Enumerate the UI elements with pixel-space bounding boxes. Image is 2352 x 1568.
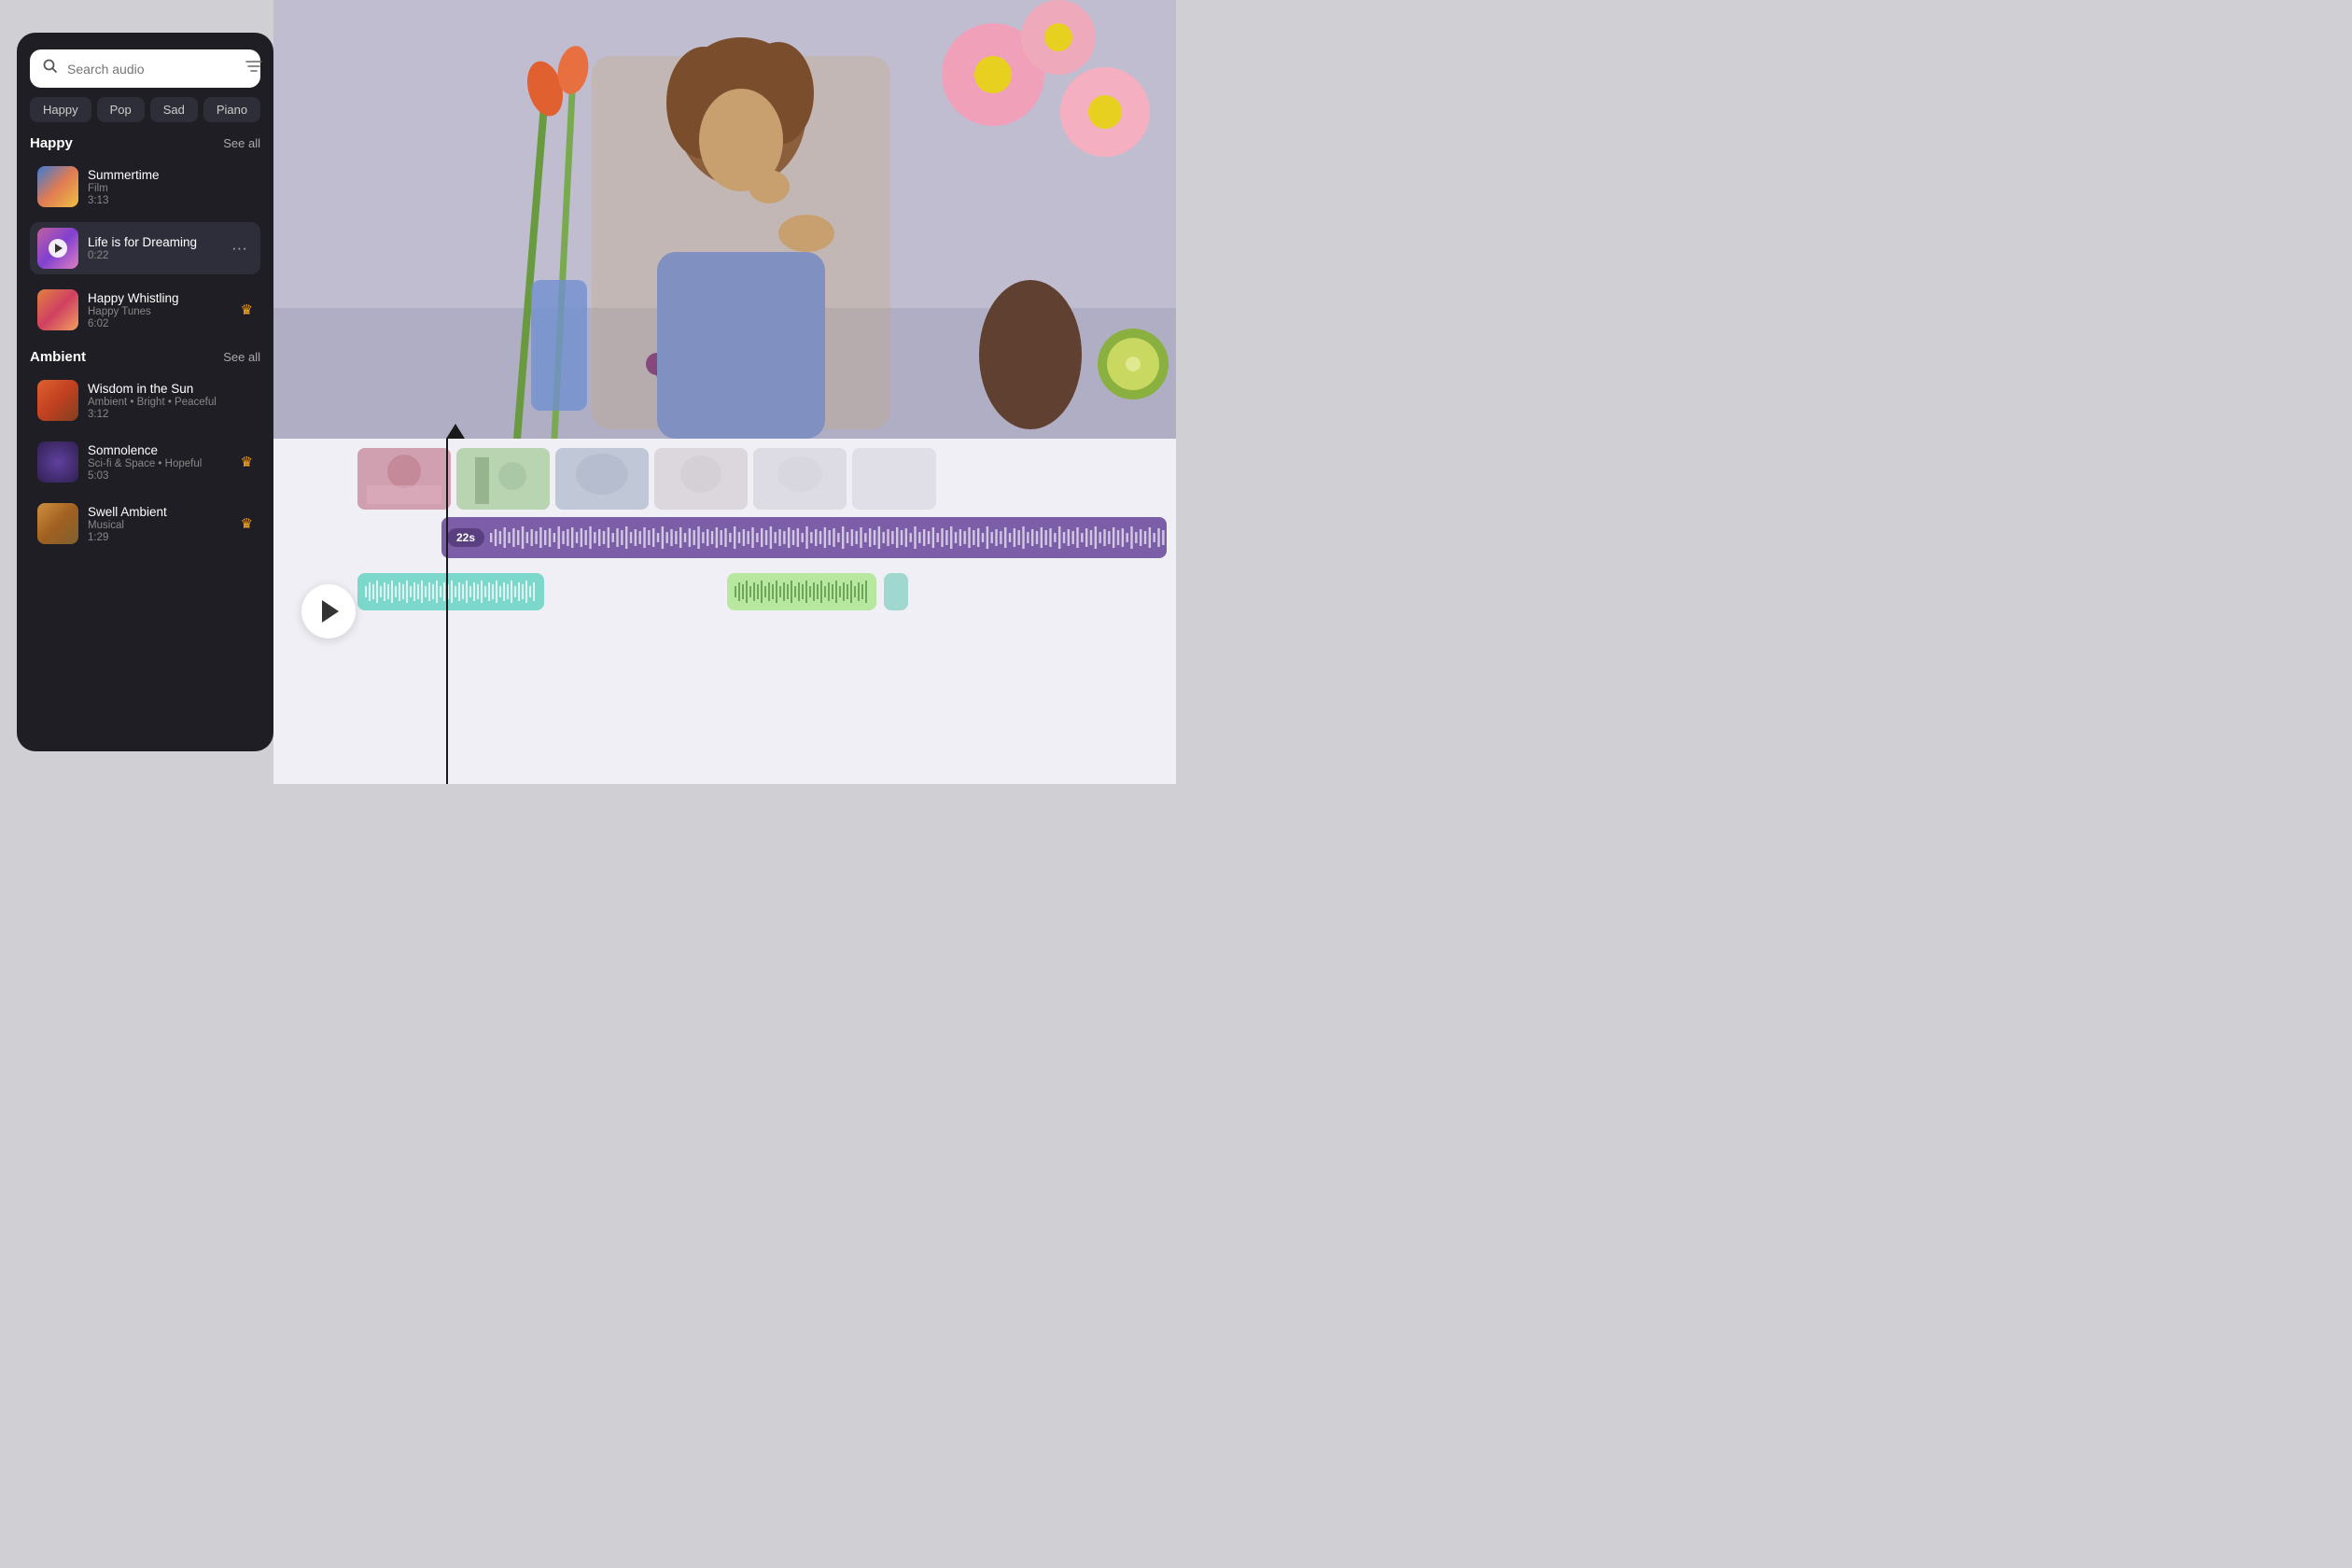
track-thumb-wisdom: [37, 380, 78, 421]
track-thumb-whistling: [37, 289, 78, 330]
track-name-wisdom: Wisdom in the Sun: [88, 382, 253, 396]
track-info-somnolence: Somnolence Sci-fi & Space • Hopeful 5:03: [88, 443, 231, 482]
track-summertime[interactable]: Summertime Film 3:13: [30, 161, 260, 213]
audio-clip-green[interactable]: [727, 573, 876, 610]
play-button[interactable]: [301, 584, 356, 638]
right-panel: ☞: [273, 0, 1176, 784]
video-thumbs-row: [273, 439, 1176, 517]
track-name-whistling: Happy Whistling: [88, 291, 231, 305]
track-duration-summertime: 3:13: [88, 195, 253, 206]
audio-clip-teal[interactable]: [357, 573, 544, 610]
track-sub-whistling: Happy Tunes: [88, 306, 231, 317]
track-info-wisdom: Wisdom in the Sun Ambient • Bright • Pea…: [88, 382, 253, 420]
tag-happy[interactable]: Happy: [30, 97, 91, 122]
track-wisdom-in-the-sun[interactable]: Wisdom in the Sun Ambient • Bright • Pea…: [30, 374, 260, 427]
video-thumb-6[interactable]: [852, 448, 936, 510]
search-input[interactable]: [67, 62, 236, 77]
track-thumb-somnolence: [37, 441, 78, 483]
track-name-somnolence: Somnolence: [88, 443, 231, 457]
waveform-purple: // Will generate waveform bars via JS be…: [490, 524, 1167, 552]
video-thumb-5[interactable]: [753, 448, 847, 510]
tag-pop[interactable]: Pop: [97, 97, 145, 122]
audio-time-badge: 22s: [447, 528, 484, 547]
track-info-dreaming: Life is for Dreaming 0:22: [88, 235, 217, 261]
video-scene: [273, 0, 1176, 439]
tag-sad[interactable]: Sad: [150, 97, 198, 122]
track-thumb-dreaming: [37, 228, 78, 269]
play-overlay-dreaming: [49, 239, 67, 258]
filter-icon[interactable]: [245, 60, 262, 77]
track-happy-whistling[interactable]: Happy Whistling Happy Tunes 6:02 ♛: [30, 284, 260, 336]
ambient-section-header: Ambient See all: [30, 349, 260, 365]
search-bar[interactable]: [30, 49, 260, 88]
track-swell-ambient[interactable]: Swell Ambient Musical 1:29 ♛: [30, 497, 260, 550]
happy-see-all[interactable]: See all: [223, 136, 260, 150]
video-thumb-4[interactable]: [654, 448, 748, 510]
bottom-tracks-row: [273, 569, 1176, 618]
track-thumb-summertime: [37, 166, 78, 207]
tags-row: Happy Pop Sad Piano Jazz Bi›: [30, 97, 260, 122]
timeline-area: ☞: [273, 439, 1176, 784]
ambient-section-title: Ambient: [30, 349, 86, 365]
track-name-summertime: Summertime: [88, 168, 253, 182]
track-more-dreaming[interactable]: ···: [226, 237, 253, 259]
track-duration-wisdom: 3:12: [88, 409, 253, 420]
search-icon: [43, 59, 58, 78]
track-info-whistling: Happy Whistling Happy Tunes 6:02: [88, 291, 231, 329]
track-sub-somnolence: Sci-fi & Space • Hopeful: [88, 458, 231, 469]
audio-panel: Happy Pop Sad Piano Jazz Bi› Happy See a…: [17, 33, 273, 751]
track-duration-dreaming: 0:22: [88, 250, 217, 261]
crown-icon-somnolence: ♛: [241, 454, 253, 470]
track-info-summertime: Summertime Film 3:13: [88, 168, 253, 206]
track-sub-swell: Musical: [88, 520, 231, 531]
happy-section-header: Happy See all: [30, 135, 260, 151]
video-canvas: [273, 0, 1176, 439]
audio-track-row: 22s // Will generate waveform bars via J…: [273, 517, 1176, 569]
audio-track-purple[interactable]: 22s // Will generate waveform bars via J…: [441, 517, 1167, 558]
tag-piano[interactable]: Piano: [203, 97, 260, 122]
video-thumb-2[interactable]: [456, 448, 550, 510]
track-info-swell: Swell Ambient Musical 1:29: [88, 505, 231, 543]
ambient-see-all[interactable]: See all: [223, 350, 260, 364]
playhead-top-marker: [446, 424, 465, 439]
track-duration-whistling: 6:02: [88, 318, 231, 329]
audio-clip-teal-small[interactable]: [884, 573, 908, 610]
track-name-swell: Swell Ambient: [88, 505, 231, 519]
video-thumb-1[interactable]: [357, 448, 451, 510]
track-sub-wisdom: Ambient • Bright • Peaceful: [88, 397, 253, 408]
track-sub-summertime: Film: [88, 183, 253, 194]
video-preview: [273, 0, 1176, 439]
crown-icon-swell: ♛: [241, 515, 253, 532]
track-duration-swell: 1:29: [88, 532, 231, 543]
track-name-dreaming: Life is for Dreaming: [88, 235, 217, 249]
playhead-line: [446, 439, 448, 784]
track-life-is-for-dreaming[interactable]: Life is for Dreaming 0:22 ···: [30, 222, 260, 274]
happy-section-title: Happy: [30, 135, 73, 151]
crown-icon-whistling: ♛: [241, 301, 253, 318]
track-thumb-swell: [37, 503, 78, 544]
track-duration-somnolence: 5:03: [88, 470, 231, 482]
track-somnolence[interactable]: Somnolence Sci-fi & Space • Hopeful 5:03…: [30, 436, 260, 488]
video-thumb-3[interactable]: [555, 448, 649, 510]
